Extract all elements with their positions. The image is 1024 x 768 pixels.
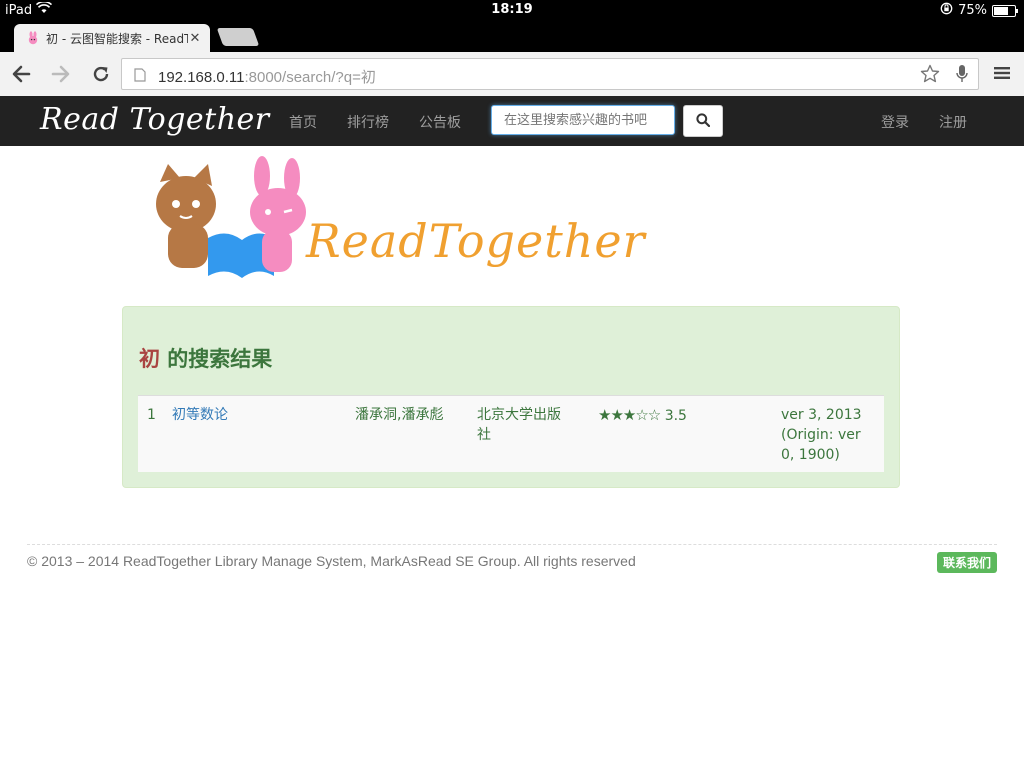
status-bar: iPad 18:19 75% [0, 0, 1024, 20]
book-rating: ★★★☆☆ 3.5 [598, 405, 687, 426]
mascot-illustration [156, 156, 306, 278]
nav-bulletin-link[interactable]: 公告板 [419, 112, 461, 132]
back-arrow-icon[interactable] [8, 61, 34, 87]
search-icon [696, 112, 711, 131]
book-authors: 潘承洞,潘承彪 [355, 407, 444, 423]
url-path: :8000/search/?q=初 [244, 69, 376, 86]
rating-value: 3.5 [664, 408, 687, 424]
book-publisher: 北京大学出版社 [477, 407, 561, 443]
bunny-favicon-icon [26, 31, 40, 45]
contact-us-button[interactable]: 联系我们 [937, 552, 997, 573]
login-link[interactable]: 登录 [881, 112, 909, 132]
browser-toolbar: 192.168.0.11:8000/search/?q=初 [0, 52, 1024, 97]
page-icon [134, 67, 146, 86]
battery-fill [994, 6, 1008, 15]
battery-percent: 75% [958, 3, 987, 18]
tab-title: 初 - 云图智能搜索 - ReadT [46, 31, 188, 46]
results-heading: 初 的搜索结果 [139, 343, 272, 373]
tab-strip: 初 - 云图智能搜索 - ReadT ✕ [0, 20, 1024, 52]
footer-copyright: © 2013 – 2014 ReadTogether Library Manag… [27, 553, 636, 569]
brand-logo[interactable]: Read Together [40, 102, 270, 137]
address-bar[interactable]: 192.168.0.11:8000/search/?q=初 [121, 58, 979, 90]
result-index: 1 [147, 407, 156, 423]
menu-icon[interactable] [994, 65, 1010, 84]
close-tab-icon[interactable]: ✕ [188, 31, 202, 46]
reload-icon[interactable] [88, 61, 114, 87]
clock: 18:19 [491, 2, 533, 17]
site-logo: ReadTogether [150, 154, 660, 280]
search-button[interactable] [683, 105, 723, 137]
register-link[interactable]: 注册 [939, 112, 967, 132]
battery-icon [992, 4, 1018, 17]
microphone-icon[interactable] [956, 64, 968, 88]
url-host: 192.168.0.11 [158, 69, 245, 86]
logo-wordmark: ReadTogether [306, 214, 646, 268]
results-heading-suffix: 的搜索结果 [160, 347, 273, 371]
book-search-input[interactable] [491, 105, 675, 135]
nav-home-link[interactable]: 首页 [289, 112, 317, 132]
table-row: 1 初等数论 潘承洞,潘承彪 北京大学出版社 ★★★☆☆ 3.5 ver 3, … [138, 395, 884, 472]
forward-arrow-icon[interactable] [48, 61, 74, 87]
browser-tab[interactable]: 初 - 云图智能搜索 - ReadT ✕ [14, 24, 210, 52]
site-navbar: Read Together 首页 排行榜 公告板 登录 注册 [0, 96, 1024, 146]
new-tab-button[interactable] [216, 28, 260, 46]
search-results-panel: 初 的搜索结果 1 初等数论 潘承洞,潘承彪 北京大学出版社 ★★★☆☆ 3.5… [122, 306, 900, 488]
rating-stars-icon: ★★★☆☆ [598, 406, 661, 424]
url-text: 192.168.0.11:8000/search/?q=初 [158, 66, 376, 87]
bookmark-star-icon[interactable] [920, 64, 940, 87]
book-title-link[interactable]: 初等数论 [172, 405, 228, 425]
footer-divider [27, 544, 997, 545]
rotation-lock-icon [940, 2, 953, 19]
nav-ranking-link[interactable]: 排行榜 [347, 112, 389, 132]
search-keyword: 初 [139, 347, 160, 371]
book-version-date: ver 3, 2013 (Origin: ver 0, 1900) [781, 407, 862, 463]
